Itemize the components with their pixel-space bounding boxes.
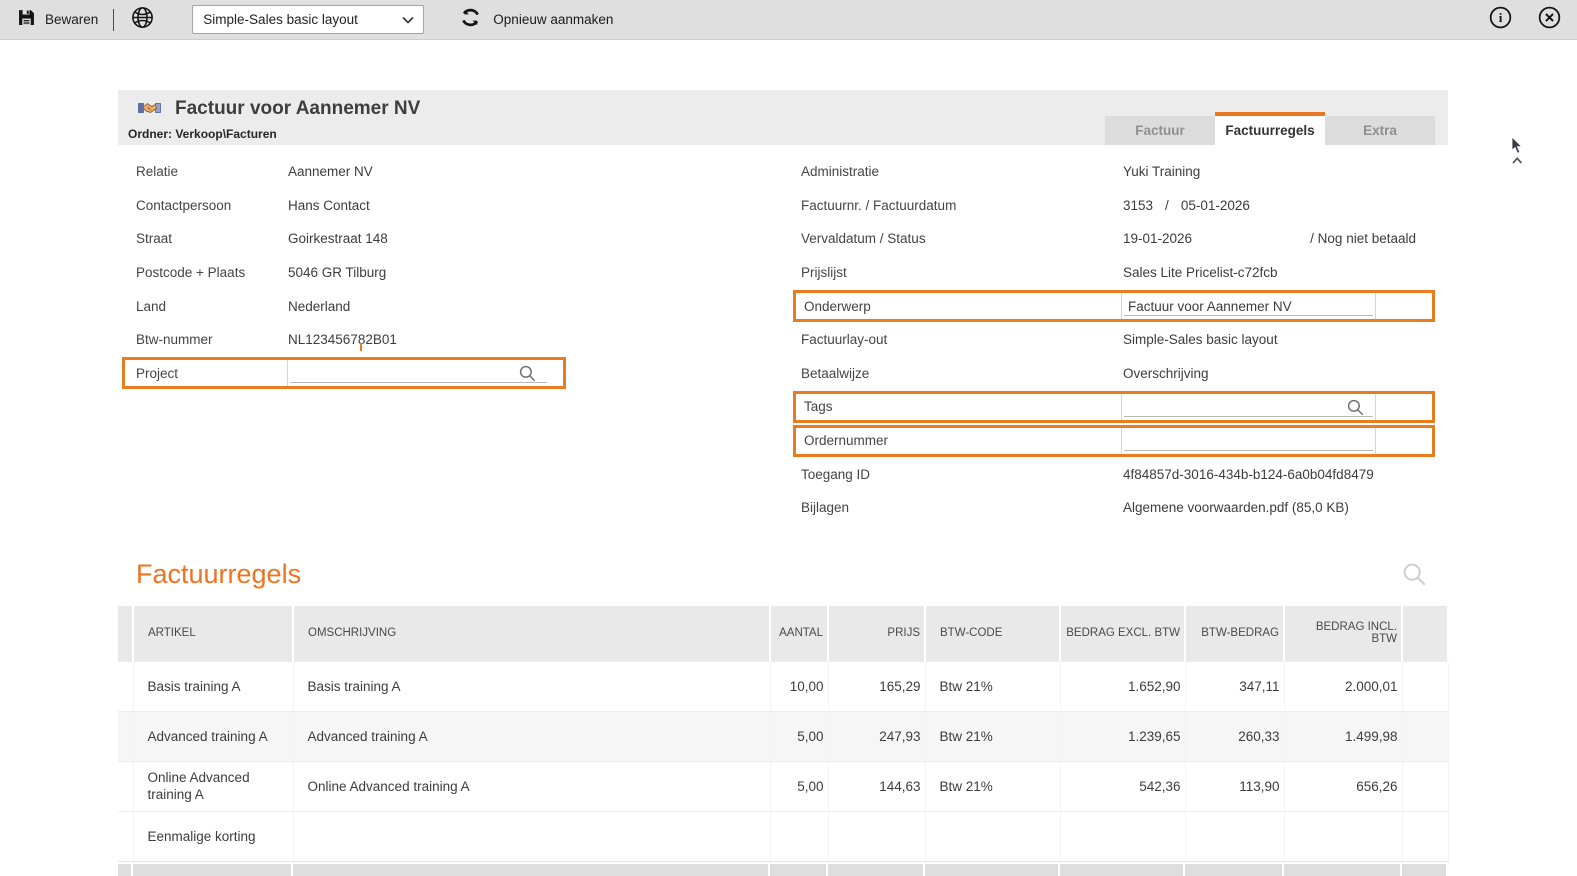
field-toegang-id: Toegang ID 4f84857d-3016-434b-b124-6a0b0…	[801, 466, 1374, 482]
table-header-row: ARTIKEL OMSCHRIJVING AANTAL PRIJS BTW-CO…	[118, 606, 1449, 661]
field-prijslijst: Prijslijst Sales Lite Pricelist-c72fcb	[801, 265, 1278, 281]
field-land: Land Nederland	[136, 298, 351, 314]
tags-search-icon[interactable]	[1346, 398, 1365, 420]
invoice-date: 05-01-2026	[1180, 197, 1250, 213]
language-globe-button[interactable]	[131, 6, 154, 34]
table-row[interactable]: Eenmalige korting	[118, 810, 1449, 862]
chevron-down-icon	[402, 12, 414, 27]
refresh-icon	[460, 7, 481, 33]
table-row[interactable]: Advanced training A Advanced training A …	[118, 710, 1449, 761]
table-row[interactable]: Online Advanced training A Online Advanc…	[118, 760, 1449, 811]
ordernummer-field: Ordernummer	[793, 424, 1435, 457]
folder-breadcrumb: Ordner: Verkoop\Facturen	[128, 127, 277, 141]
tab-factuur[interactable]: Factuur	[1105, 116, 1215, 145]
close-button[interactable]	[1538, 6, 1561, 34]
field-straat: Straat Goirkestraat 148	[136, 231, 388, 247]
next-row-clipped	[118, 863, 1448, 876]
details-left-column: Relatie Aannemer NV Contactpersoon Hans …	[122, 155, 566, 390]
toolbar-separator	[113, 8, 115, 31]
tab-factuurregels[interactable]: Factuurregels	[1215, 112, 1325, 145]
save-button-label: Bewaren	[45, 12, 99, 27]
tab-bar: Factuur Factuurregels Extra	[1105, 112, 1435, 145]
ordernummer-input[interactable]	[1121, 427, 1375, 454]
col-btw-bedrag[interactable]: BTW-BEDRAG	[1185, 606, 1285, 661]
info-button[interactable]: i	[1489, 6, 1512, 34]
col-prijs[interactable]: PRIJS	[828, 606, 926, 661]
project-label: Project	[136, 365, 179, 381]
attachment-link[interactable]: Algemene voorwaarden.pdf (85,0 KB)	[1123, 500, 1349, 515]
lines-search-icon[interactable]	[1401, 561, 1428, 588]
invoice-lines-table: ARTIKEL OMSCHRIJVING AANTAL PRIJS BTW-CO…	[118, 606, 1449, 862]
layout-select-value: Simple-Sales basic layout	[203, 12, 358, 27]
globe-icon	[131, 6, 154, 34]
svg-text:i: i	[1499, 10, 1503, 25]
table-row[interactable]: Basis training A Basis training A 10,00 …	[118, 660, 1449, 711]
field-factuurnr-datum: Factuurnr. / Factuurdatum 3153/05-01-202…	[801, 197, 1250, 213]
tags-field: Tags	[793, 390, 1435, 423]
page-title: Factuur voor Aannemer NV	[175, 98, 421, 119]
tags-label: Tags	[804, 399, 833, 415]
close-icon	[1538, 6, 1561, 34]
field-factuurlayout: Factuurlay-out Simple-Sales basic layout	[801, 332, 1278, 348]
info-icon: i	[1489, 6, 1512, 34]
field-vervaldatum-status: Vervaldatum / Status 19-01-2026 / Nog ni…	[793, 222, 1435, 256]
toolbar: Bewaren Simple-Sales basic layout Opnieu…	[0, 0, 1577, 40]
onderwerp-field: Onderwerp Factuur voor Aannemer NV	[793, 290, 1435, 323]
project-field: Project	[122, 357, 566, 390]
field-ordernummer-slot: Ordernummer	[793, 424, 1435, 458]
handshake-icon	[138, 99, 161, 122]
col-btw-code[interactable]: BTW-CODE	[925, 606, 1061, 661]
field-betaalwijze: Betaalwijze Overschrijving	[801, 365, 1209, 381]
lines-section-title: Factuurregels	[136, 559, 302, 589]
col-artikel[interactable]: ARTIKEL	[133, 606, 294, 661]
tab-extra[interactable]: Extra	[1325, 116, 1435, 145]
field-btw-nummer: Btw-nummer NL123456782B01	[122, 323, 566, 357]
field-project-slot: Project	[122, 357, 566, 391]
field-relatie: Relatie Aannemer NV	[136, 164, 373, 180]
save-button[interactable]: Bewaren	[18, 9, 98, 31]
onderwerp-input[interactable]: Factuur voor Aannemer NV	[1121, 293, 1375, 320]
ordernummer-label: Ordernummer	[804, 433, 889, 449]
field-onderwerp-slot: Onderwerp Factuur voor Aannemer NV	[793, 289, 1435, 323]
onderwerp-label: Onderwerp	[804, 298, 871, 314]
layout-select[interactable]: Simple-Sales basic layout	[192, 5, 425, 34]
recreate-button[interactable]: Opnieuw aanmaken	[460, 7, 613, 33]
project-input[interactable]	[287, 360, 563, 387]
col-bedrag-excl[interactable]: BEDRAG EXCL. BTW	[1060, 606, 1186, 661]
save-icon	[18, 9, 35, 31]
field-postcode-plaats: Postcode + Plaats 5046 GR Tilburg	[136, 265, 387, 281]
invoice-details-form: Relatie Aannemer NV Contactpersoon Hans …	[118, 145, 1448, 535]
recreate-button-label: Opnieuw aanmaken	[493, 12, 614, 27]
col-aantal[interactable]: AANTAL	[770, 606, 829, 661]
status-badge: / Nog niet betaald	[1310, 231, 1416, 247]
lines-section-header: Factuurregels	[118, 535, 1448, 606]
project-search-icon[interactable]	[518, 364, 537, 386]
field-bijlagen: Bijlagen Algemene voorwaarden.pdf (85,0 …	[801, 500, 1349, 516]
tags-input[interactable]	[1121, 393, 1375, 420]
panel-body: Relatie Aannemer NV Contactpersoon Hans …	[118, 145, 1449, 876]
field-tags-slot: Tags	[793, 390, 1435, 424]
text-caret	[360, 343, 362, 352]
details-right-column: Administratie Yuki Training Factuurnr. /…	[793, 155, 1435, 525]
col-omschrijving[interactable]: OMSCHRIJVING	[293, 606, 771, 661]
invoice-panel: Factuur voor Aannemer NV Ordner: Verkoop…	[118, 90, 1449, 876]
col-bedrag-incl[interactable]: BEDRAG INCL. BTW	[1284, 606, 1403, 661]
mouse-cursor	[1508, 136, 1526, 173]
due-date: 19-01-2026	[1123, 231, 1193, 247]
field-contactpersoon: Contactpersoon Hans Contact	[136, 197, 370, 213]
panel-header: Factuur voor Aannemer NV Ordner: Verkoop…	[118, 90, 1448, 145]
invoice-number: 3153	[1123, 197, 1154, 213]
field-administratie: Administratie Yuki Training	[801, 164, 1201, 180]
